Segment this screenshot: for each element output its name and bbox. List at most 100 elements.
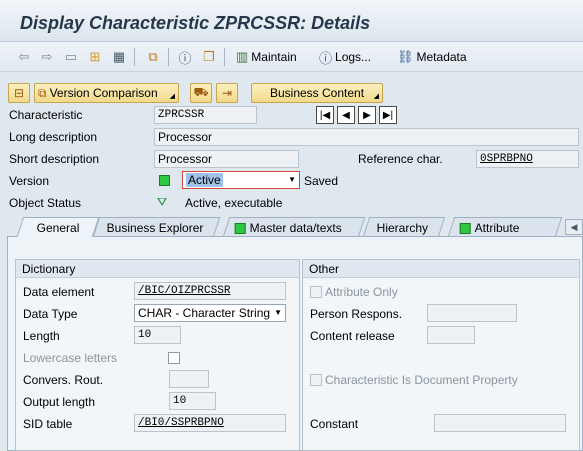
version-label: Version (9, 174, 50, 188)
version-saved-status: Saved (304, 174, 339, 188)
business-content-label: Business Content (269, 86, 365, 100)
version-status-icon (159, 175, 170, 186)
tab-master-data-texts[interactable]: Master data/texts (222, 217, 366, 237)
long-description-label: Long description (9, 130, 98, 144)
metadata-button[interactable]: ⛓ Metadata (397, 47, 467, 67)
object-status-icon: ⛛ (157, 195, 168, 209)
last-page-icon: ▶| (382, 109, 394, 121)
first-page-button[interactable]: |◀ (316, 106, 334, 124)
version-select[interactable]: Active ▼ (182, 171, 300, 189)
content-release-label: Content release (310, 329, 395, 343)
hierarchy-tree-icon[interactable]: ⊞ (86, 48, 104, 66)
sid-table-field[interactable]: /BI0/SSPRBPNO (134, 414, 286, 432)
data-type-select[interactable]: CHAR - Character String ▼ (134, 304, 286, 322)
tab-panel-general: Dictionary Data element /BIC/OIZPRCSSR D… (7, 236, 583, 451)
characteristic-field: ZPRCSSR (154, 106, 257, 124)
where-used-button[interactable]: ⛟ (190, 83, 212, 103)
tab-hierarchy-label: Hierarchy (376, 220, 429, 235)
output-length-field[interactable]: 10 (169, 392, 216, 410)
export-icon: ⇥ (221, 86, 233, 100)
convers-rout-label: Convers. Rout. (23, 373, 104, 387)
truck-icon: ⛟ (193, 85, 209, 99)
lowercase-label: Lowercase letters (23, 351, 118, 365)
version-value: Active (186, 173, 223, 187)
toolbar-separator (134, 48, 135, 66)
sid-table-value: /BI0/SSPRBPNO (138, 417, 224, 429)
attribute-only-checkbox[interactable] (310, 286, 322, 298)
metadata-label: Metadata (416, 50, 467, 64)
first-page-icon: |◀ (319, 109, 331, 121)
maintain-label: Maintain (251, 50, 297, 64)
tab-status-icon (234, 222, 246, 233)
tab-scroll-left-icon: ◀ (570, 221, 578, 232)
content-release-field[interactable] (427, 326, 475, 344)
copy-icon[interactable]: ❐ (200, 48, 218, 66)
next-page-icon: ▶ (363, 109, 371, 121)
reference-char-value: 0SPRBPNO (480, 153, 533, 165)
next-page-button[interactable]: ▶ (358, 106, 376, 124)
data-element-field[interactable]: /BIC/OIZPRCSSR (134, 282, 286, 300)
lowercase-checkbox[interactable] (168, 352, 180, 364)
tree-icon: ⊟ (13, 86, 25, 100)
previous-page-button[interactable]: ◀ (337, 106, 355, 124)
toolbar-separator (224, 48, 225, 66)
page-title: Display Characteristic ZPRCSSR: Details (20, 13, 371, 33)
export-button[interactable]: ⇥ (216, 83, 238, 103)
tab-master-data-texts-label: Master data/texts (249, 220, 342, 235)
forward-arrow-icon[interactable]: ⇨ (38, 48, 56, 66)
previous-page-icon: ◀ (342, 109, 350, 121)
last-page-button[interactable]: ▶| (379, 106, 397, 124)
constant-field[interactable] (434, 414, 566, 432)
dropdown-arrow-icon: ▼ (274, 308, 282, 317)
length-field[interactable]: 10 (134, 326, 181, 344)
data-element-value: /BIC/OIZPRCSSR (138, 285, 231, 297)
dropdown-corner-icon: ◢ (169, 93, 175, 100)
short-description-label: Short description (9, 152, 100, 166)
tab-general[interactable]: General (16, 217, 100, 237)
back-arrow-icon[interactable]: ⇦ (15, 48, 33, 66)
hierarchy-button[interactable]: ⊟ (8, 83, 30, 103)
maintain-button[interactable]: ▥ Maintain (236, 47, 297, 67)
compare-icon: ⧉ (38, 85, 47, 100)
dropdown-corner-icon: ◢ (373, 93, 379, 100)
info-square-icon: ⓘ (319, 50, 333, 66)
attribute-only-label: Attribute Only (325, 285, 398, 299)
output-length-label: Output length (23, 395, 96, 409)
version-comparison-label: Version Comparison (49, 86, 158, 100)
logs-label: Logs... (335, 50, 372, 64)
version-comparison-button[interactable]: ⧉ Version Comparison ◢ (34, 83, 179, 103)
tab-hierarchy[interactable]: Hierarchy (362, 217, 446, 237)
tab-business-explorer[interactable]: Business Explorer (92, 217, 221, 237)
data-type-value: CHAR - Character String (138, 306, 271, 320)
constant-label: Constant (310, 417, 359, 431)
business-content-button[interactable]: Business Content ◢ (251, 83, 383, 103)
convers-rout-field[interactable] (169, 370, 209, 388)
long-description-field: Processor (154, 128, 579, 146)
reference-char-field[interactable]: 0SPRBPNO (476, 150, 579, 168)
reference-char-label: Reference char. (358, 152, 443, 166)
logs-button[interactable]: ⓘ Logs... (319, 47, 371, 67)
info-icon[interactable]: ⓘ (176, 48, 194, 66)
person-respons-field[interactable] (427, 304, 517, 322)
tab-attribute-label: Attribute (474, 220, 520, 235)
object-status-label: Object Status (9, 196, 82, 210)
maintain-icon: ▥ (236, 49, 249, 64)
characteristic-label: Characteristic (9, 108, 83, 122)
tab-business-explorer-label: Business Explorer (106, 220, 204, 235)
tab-status-icon (459, 222, 471, 233)
data-element-label: Data element (23, 285, 95, 299)
tab-general-label: General (36, 220, 80, 235)
char-doc-property-checkbox[interactable] (310, 374, 322, 386)
object-status-value: Active, executable (185, 196, 283, 210)
toolbar-separator (168, 48, 169, 66)
tab-scroll-left-button[interactable]: ◀ (565, 219, 583, 235)
short-description-field: Processor (154, 150, 299, 168)
display-object-icon[interactable]: ▭ (62, 48, 80, 66)
sid-table-label: SID table (23, 417, 73, 431)
tab-attribute[interactable]: Attribute (447, 217, 563, 237)
dropdown-arrow-icon: ▼ (288, 175, 296, 184)
dictionary-group-title: Dictionary (16, 260, 299, 278)
person-respons-label: Person Respons. (310, 307, 403, 321)
table-icon[interactable]: ▦ (110, 48, 128, 66)
transport-icon[interactable]: ⧉ (144, 48, 162, 66)
